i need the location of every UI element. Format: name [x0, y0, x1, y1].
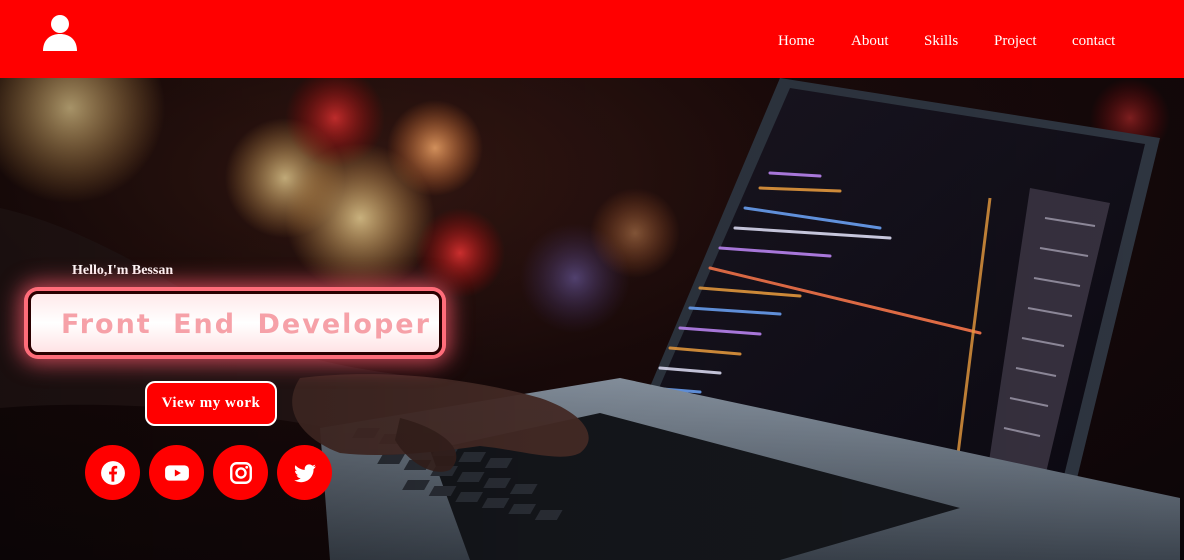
facebook-icon[interactable]: [85, 445, 140, 500]
hero-greeting: Hello,I'm Bessan: [72, 263, 174, 278]
nav-link-about[interactable]: About: [851, 33, 889, 50]
role-banner: Front End Developer: [28, 291, 442, 355]
view-my-work-button[interactable]: View my work: [145, 381, 277, 426]
nav-link-home[interactable]: Home: [778, 33, 815, 50]
nav-link-skills[interactable]: Skills: [924, 33, 958, 50]
nav-link-contact[interactable]: contact: [1072, 33, 1115, 50]
user-icon[interactable]: [42, 14, 78, 52]
navbar: Home About Skills Project contact: [0, 0, 1184, 78]
instagram-icon[interactable]: [213, 445, 268, 500]
role-title: Front End Developer: [61, 309, 431, 340]
twitter-icon[interactable]: [277, 445, 332, 500]
youtube-icon[interactable]: [149, 445, 204, 500]
nav-link-project[interactable]: Project: [994, 33, 1037, 50]
